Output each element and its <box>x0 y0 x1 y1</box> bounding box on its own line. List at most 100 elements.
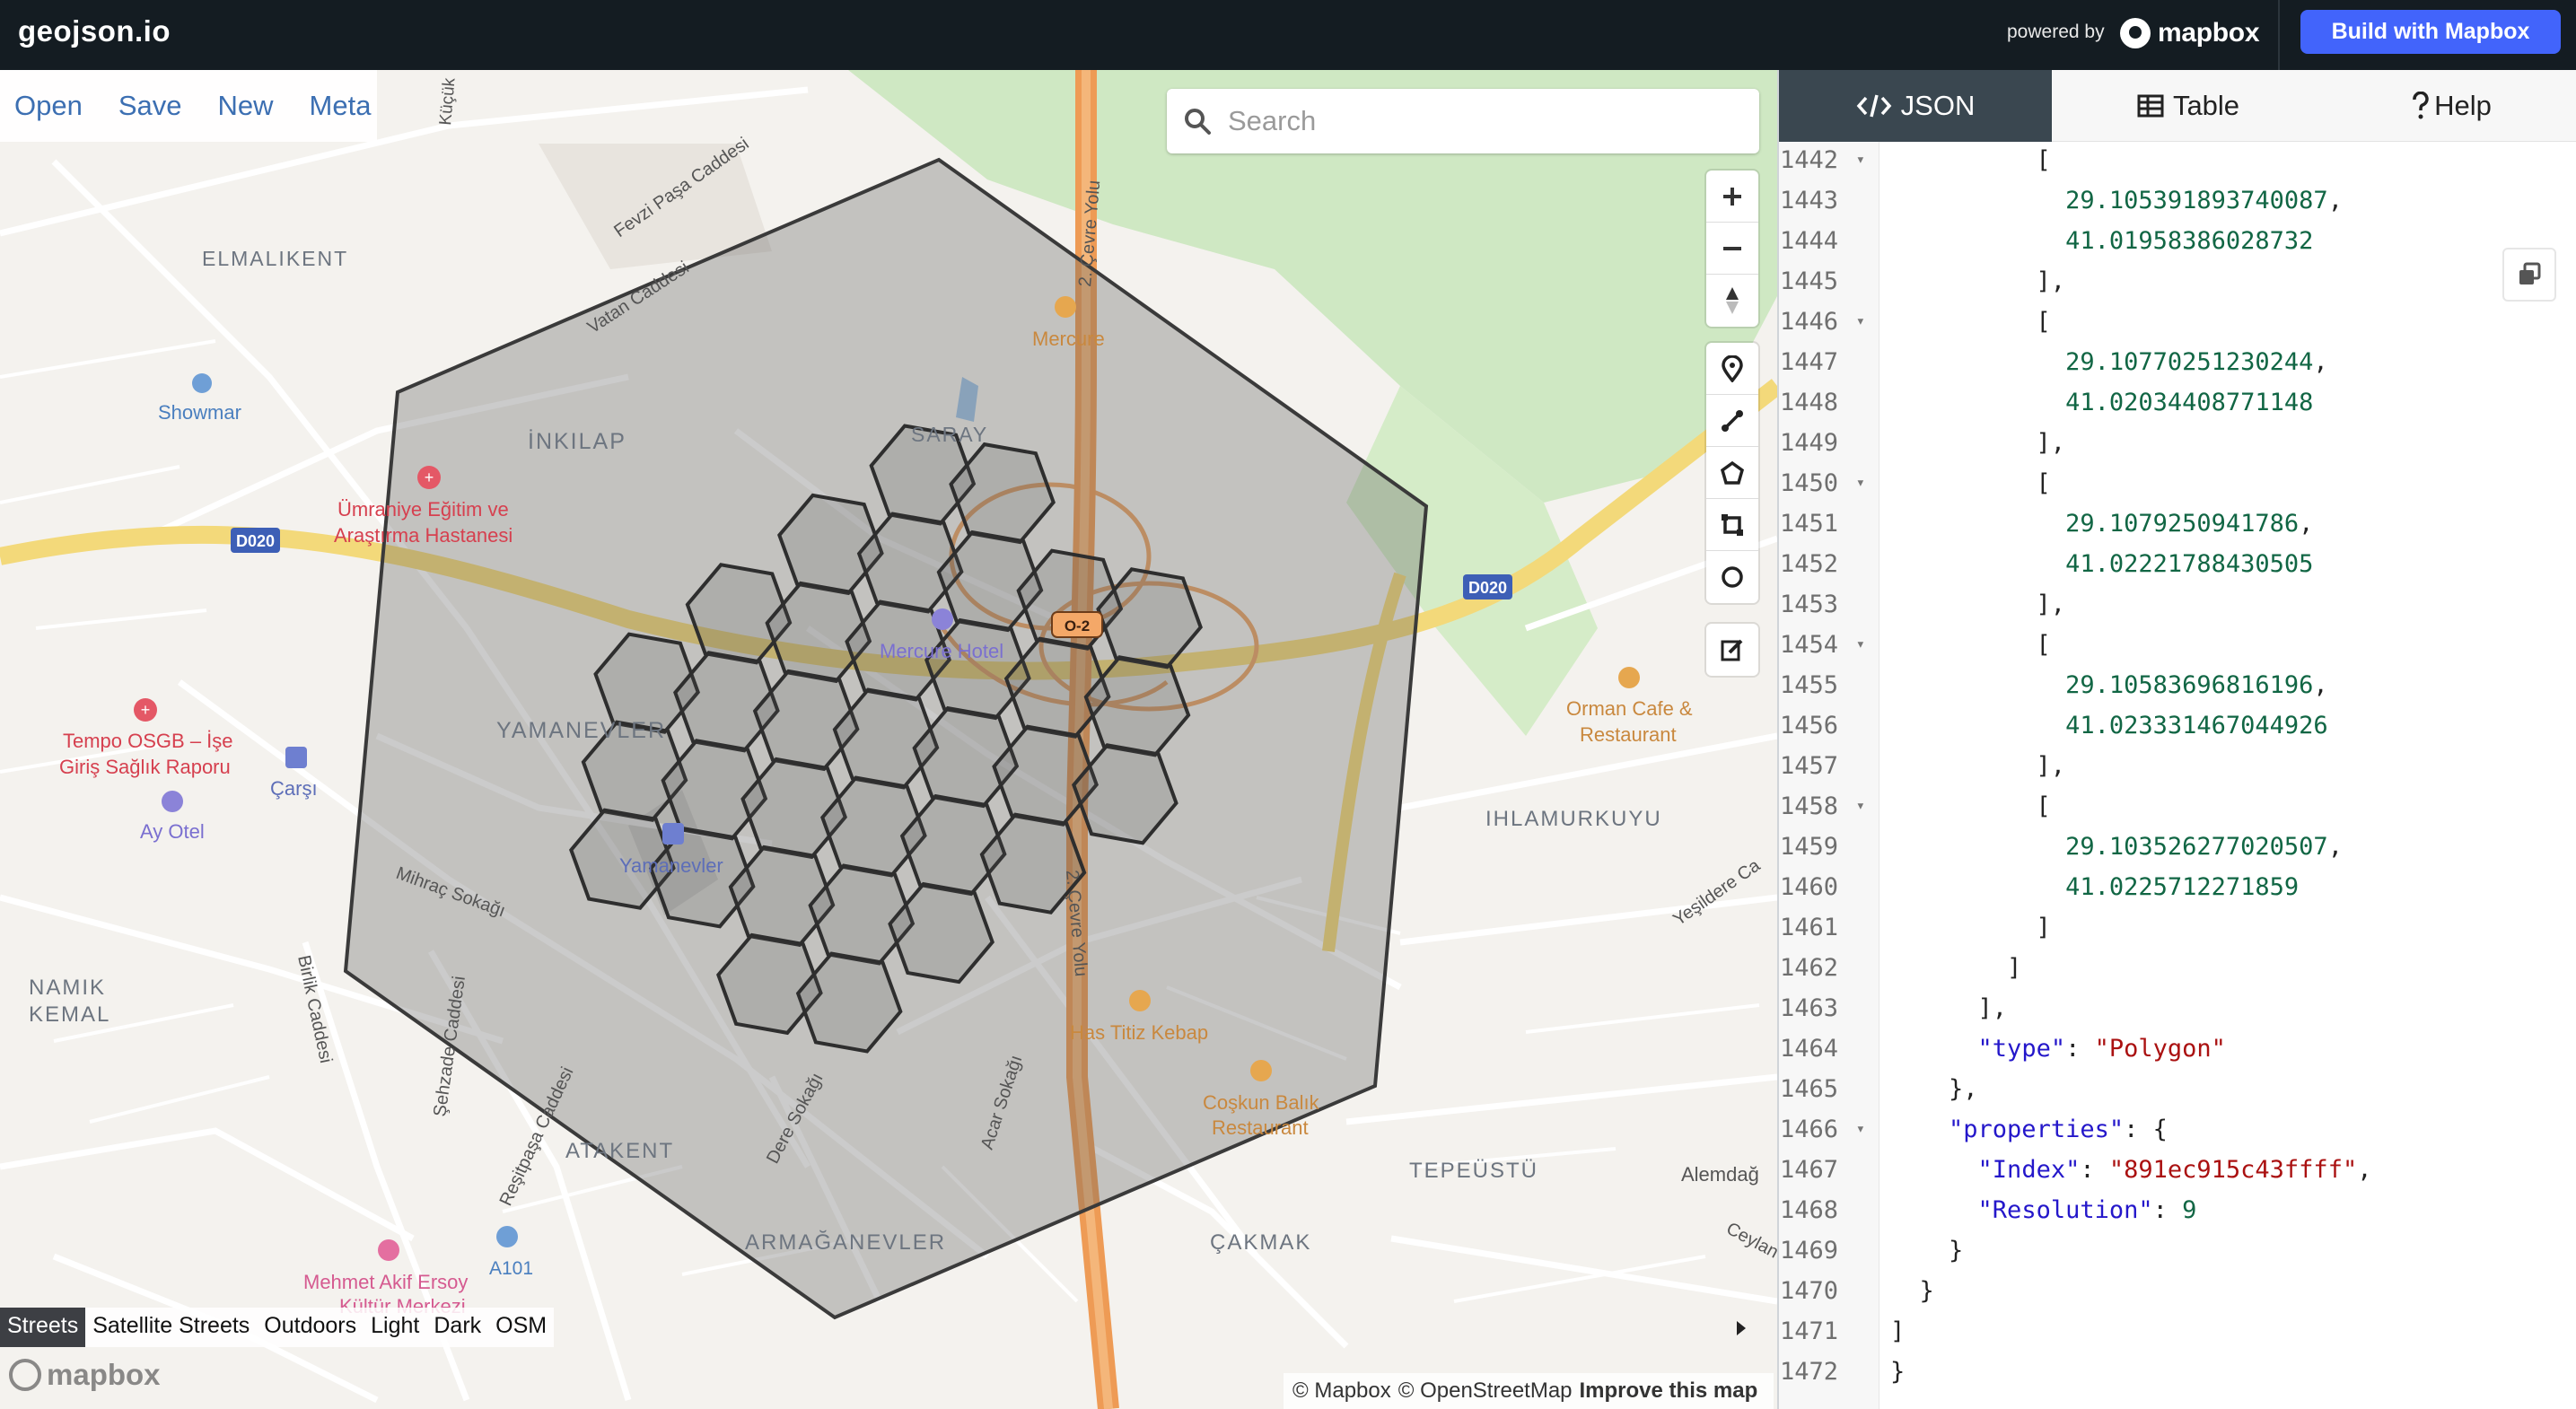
search-box[interactable] <box>1167 89 1759 153</box>
build-with-mapbox-button[interactable]: Build with Mapbox <box>2300 10 2561 54</box>
fold-toggle-icon[interactable]: ▾ <box>1856 786 1865 827</box>
line-number: 1457 <box>1779 752 1838 780</box>
map-style-switcher: Streets Satellite Streets Outdoors Light… <box>0 1308 555 1347</box>
line-number: 1466 ▾ <box>1779 1109 1879 1150</box>
caret-right-icon <box>1737 1321 1746 1335</box>
edit-controls <box>1706 624 1758 676</box>
code-line: ], <box>1890 267 2066 295</box>
svg-text:Restaurant: Restaurant <box>1580 723 1677 746</box>
code-line: "properties": { <box>1949 1116 2168 1143</box>
svg-text:D020: D020 <box>236 532 275 550</box>
edit-features-button[interactable] <box>1706 624 1758 676</box>
table-icon <box>2137 94 2164 118</box>
style-light[interactable]: Light <box>364 1308 426 1347</box>
code-line: 29.105391893740087, <box>2065 187 2343 214</box>
road-shield-d020-east: D020 <box>1463 574 1512 599</box>
draw-circle-button[interactable] <box>1706 551 1758 603</box>
zoom-out-button[interactable] <box>1706 223 1758 275</box>
line-number: 1471 <box>1779 1317 1838 1345</box>
code-line: 29.103526277020507, <box>2065 833 2343 861</box>
attribution-osm-link[interactable]: © OpenStreetMap <box>1398 1378 1573 1404</box>
polygon-icon <box>1720 460 1745 485</box>
style-osm[interactable]: OSM <box>488 1308 554 1347</box>
line-number: 1464 <box>1779 1035 1838 1063</box>
svg-text:Ceylan: Ceylan <box>1723 1219 1777 1263</box>
svg-text:+: + <box>425 468 434 486</box>
svg-text:Mercure: Mercure <box>1032 328 1105 350</box>
line-number: 1470 <box>1779 1277 1838 1305</box>
tab-table[interactable]: Table <box>2052 70 2325 142</box>
top-header: geojson.io powered by mapbox Build with … <box>0 0 2576 70</box>
fold-toggle-icon[interactable]: ▾ <box>1856 1109 1865 1150</box>
svg-text:Araştırma Hastanesi: Araştırma Hastanesi <box>334 524 513 547</box>
search-input[interactable] <box>1228 105 1730 137</box>
svg-text:Restaurant: Restaurant <box>1212 1116 1309 1139</box>
mapbox-brand-link[interactable]: mapbox <box>2120 15 2260 51</box>
svg-text:Ümraniye Eğitim ve: Ümraniye Eğitim ve <box>337 498 509 521</box>
attribution-mapbox-link[interactable]: © Mapbox <box>1292 1378 1391 1404</box>
svg-text:Has Titiz Kebap: Has Titiz Kebap <box>1070 1021 1208 1044</box>
svg-text:ARMAĞANEVLER: ARMAĞANEVLER <box>745 1230 946 1255</box>
fold-toggle-icon[interactable]: ▾ <box>1856 463 1865 503</box>
improve-map-link[interactable]: Improve this map <box>1580 1378 1758 1404</box>
rectangle-icon <box>1722 513 1743 536</box>
collapse-panel-button[interactable] <box>1719 1310 1764 1346</box>
mapbox-watermark[interactable]: mapbox <box>9 1358 161 1392</box>
mapbox-logo-icon <box>9 1359 41 1391</box>
menu-meta[interactable]: Meta <box>310 90 372 122</box>
code-line: 41.02034408771148 <box>2065 389 2314 416</box>
draw-marker-button[interactable] <box>1706 343 1758 395</box>
code-line: 29.1079250941786, <box>2065 510 2314 538</box>
style-streets[interactable]: Streets <box>0 1308 86 1347</box>
line-number: 1456 <box>1779 712 1838 740</box>
copy-button[interactable] <box>2502 248 2556 302</box>
powered-by-label: powered by <box>2007 22 2105 42</box>
style-dark[interactable]: Dark <box>426 1308 488 1347</box>
svg-text:D020: D020 <box>1468 579 1507 597</box>
tab-help[interactable]: Help <box>2325 70 2576 142</box>
menu-open[interactable]: Open <box>14 90 83 122</box>
code-line: }, <box>1890 1075 1978 1103</box>
mapbox-logo-icon <box>2120 18 2151 48</box>
menu-save[interactable]: Save <box>118 90 182 122</box>
line-number: 1451 <box>1779 510 1838 538</box>
compass-button[interactable] <box>1706 275 1758 327</box>
code-line: [ <box>1890 792 2051 820</box>
svg-text:Yeşildere Ca: Yeşildere Ca <box>1669 855 1765 930</box>
line-number: 1454 ▾ <box>1779 625 1879 665</box>
marker-icon <box>1722 354 1743 382</box>
fold-toggle-icon[interactable]: ▾ <box>1856 625 1865 665</box>
style-satellite-streets[interactable]: Satellite Streets <box>85 1308 257 1347</box>
search-icon <box>1185 109 1211 135</box>
line-number: 1462 <box>1779 954 1838 982</box>
code-line: "type": "Polygon" <box>1977 1035 2226 1063</box>
draw-line-button[interactable] <box>1706 395 1758 447</box>
code-line: [ <box>1890 146 2051 174</box>
style-outdoors[interactable]: Outdoors <box>257 1308 364 1347</box>
menu-new[interactable]: New <box>218 90 274 122</box>
code-line: 41.0225712271859 <box>2065 873 2300 901</box>
svg-text:Coşkun Balık: Coşkun Balık <box>1203 1091 1320 1114</box>
line-number: 1472 <box>1779 1358 1838 1386</box>
code-line: ] <box>1890 954 2022 982</box>
line-number: 1458 ▾ <box>1779 786 1879 827</box>
svg-text:ELMALIKENT: ELMALIKENT <box>202 247 348 270</box>
draw-polygon-button[interactable] <box>1706 447 1758 499</box>
json-editor[interactable]: 1442 ▾ 1443 1444 1445 1446 ▾ 1447 1448 1449 1450 ▾ 1… <box>1779 142 2576 1409</box>
line-number: 1460 <box>1779 873 1838 901</box>
fold-toggle-icon[interactable]: ▾ <box>1856 142 1865 180</box>
map-canvas[interactable]: D020 D020 O-2 + + ELMALIKENT İNKILAP SAR… <box>0 70 1777 1409</box>
line-number: 1453 <box>1779 591 1838 618</box>
compass-icon <box>1726 287 1739 314</box>
road-shield-o2: O-2 <box>1051 611 1103 638</box>
fold-toggle-icon[interactable]: ▾ <box>1856 302 1865 342</box>
question-icon <box>2413 92 2429 119</box>
svg-text:ATAKENT: ATAKENT <box>565 1139 674 1163</box>
tab-json[interactable]: JSON <box>1779 70 2052 142</box>
code-line: 41.01958386028732 <box>2065 227 2314 255</box>
draw-rectangle-button[interactable] <box>1706 499 1758 551</box>
zoom-in-button[interactable] <box>1706 171 1758 223</box>
svg-text:ÇAKMAK: ÇAKMAK <box>1210 1230 1311 1255</box>
svg-text:Ay Otel: Ay Otel <box>140 820 205 843</box>
app-logo[interactable]: geojson.io <box>18 14 171 48</box>
